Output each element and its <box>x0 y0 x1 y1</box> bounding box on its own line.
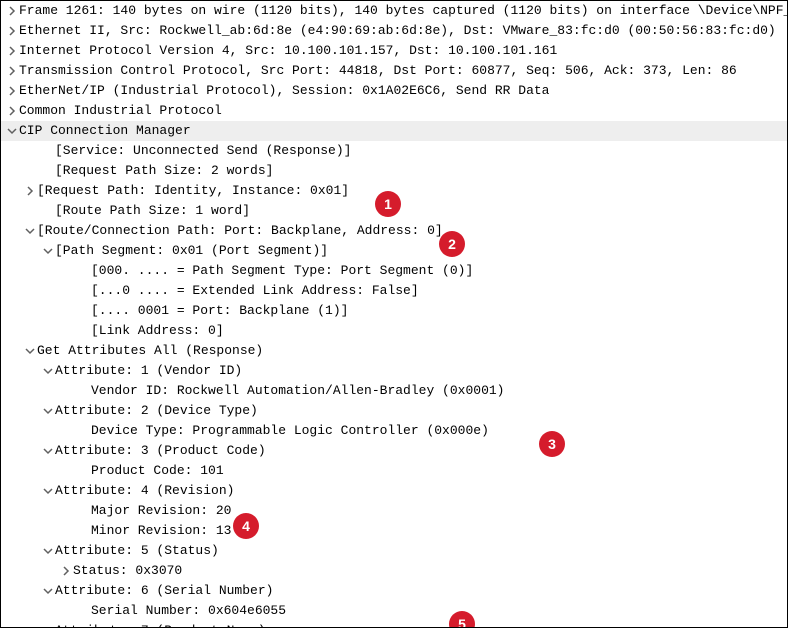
expand-icon[interactable] <box>5 103 19 119</box>
row-text: EtherNet/IP (Industrial Protocol), Sessi… <box>19 83 550 99</box>
tree-row[interactable]: Device Type: Programmable Logic Controll… <box>1 421 787 441</box>
tree-row[interactable]: Frame 1261: 140 bytes on wire (1120 bits… <box>1 1 787 21</box>
expand-icon[interactable] <box>23 183 37 199</box>
collapse-icon[interactable] <box>23 223 37 239</box>
tree-row[interactable]: Get Attributes All (Response) <box>1 341 787 361</box>
annotation-badge: 1 <box>375 191 401 217</box>
row-text: Device Type: Programmable Logic Controll… <box>91 423 489 439</box>
row-text: Product Code: 101 <box>91 463 224 479</box>
tree-row[interactable]: [Route/Connection Path: Port: Backplane,… <box>1 221 787 241</box>
expand-icon[interactable] <box>5 83 19 99</box>
collapse-icon[interactable] <box>41 483 55 499</box>
tree-row[interactable]: [.... 0001 = Port: Backplane (1)] <box>1 301 787 321</box>
collapse-icon[interactable] <box>41 583 55 599</box>
row-text: Attribute: 6 (Serial Number) <box>55 583 273 599</box>
expand-icon[interactable] <box>5 43 19 59</box>
tree-row[interactable]: Ethernet II, Src: Rockwell_ab:6d:8e (e4:… <box>1 21 787 41</box>
tree-row[interactable]: Attribute: 6 (Serial Number) <box>1 581 787 601</box>
tree-row[interactable]: Attribute: 3 (Product Code) <box>1 441 787 461</box>
tree-row[interactable]: Attribute: 2 (Device Type) <box>1 401 787 421</box>
collapse-icon[interactable] <box>41 543 55 559</box>
row-text: Serial Number: 0x604e6055 <box>91 603 286 619</box>
row-text: Transmission Control Protocol, Src Port:… <box>19 63 737 79</box>
row-text: [Link Address: 0] <box>91 323 224 339</box>
row-text: Attribute: 1 (Vendor ID) <box>55 363 242 379</box>
collapse-icon[interactable] <box>41 363 55 379</box>
expand-icon[interactable] <box>5 63 19 79</box>
row-text: [Request Path: Identity, Instance: 0x01] <box>37 183 349 199</box>
tree-row[interactable]: Status: 0x3070 <box>1 561 787 581</box>
row-text: Internet Protocol Version 4, Src: 10.100… <box>19 43 557 59</box>
annotation-badge: 4 <box>233 513 259 539</box>
row-text: [Service: Unconnected Send (Response)] <box>55 143 351 159</box>
row-text: Attribute: 7 (Product Name) <box>55 623 266 628</box>
row-text: [.... 0001 = Port: Backplane (1)] <box>91 303 348 319</box>
tree-row[interactable]: [Service: Unconnected Send (Response)] <box>1 141 787 161</box>
tree-row[interactable]: Transmission Control Protocol, Src Port:… <box>1 61 787 81</box>
row-text: Attribute: 5 (Status) <box>55 543 219 559</box>
tree-row[interactable]: Serial Number: 0x604e6055 <box>1 601 787 621</box>
row-text: [...0 .... = Extended Link Address: Fals… <box>91 283 419 299</box>
row-text: Major Revision: 20 <box>91 503 231 519</box>
tree-row[interactable]: Attribute: 1 (Vendor ID) <box>1 361 787 381</box>
row-text: Vendor ID: Rockwell Automation/Allen-Bra… <box>91 383 504 399</box>
row-text: CIP Connection Manager <box>19 123 191 139</box>
collapse-icon[interactable] <box>41 403 55 419</box>
expand-icon[interactable] <box>5 23 19 39</box>
tree-row[interactable]: Attribute: 7 (Product Name) <box>1 621 787 628</box>
tree-row[interactable]: Internet Protocol Version 4, Src: 10.100… <box>1 41 787 61</box>
expand-icon[interactable] <box>59 563 73 579</box>
tree-row[interactable]: EtherNet/IP (Industrial Protocol), Sessi… <box>1 81 787 101</box>
tree-row[interactable]: Attribute: 4 (Revision) <box>1 481 787 501</box>
tree-row[interactable]: [000. .... = Path Segment Type: Port Seg… <box>1 261 787 281</box>
tree-row[interactable]: Product Code: 101 <box>1 461 787 481</box>
tree-row[interactable]: Common Industrial Protocol <box>1 101 787 121</box>
collapse-icon[interactable] <box>23 343 37 359</box>
collapse-icon[interactable] <box>41 243 55 259</box>
row-text: [Route/Connection Path: Port: Backplane,… <box>37 223 443 239</box>
row-text: Minor Revision: 13 <box>91 523 231 539</box>
tree-row[interactable]: CIP Connection Manager <box>1 121 787 141</box>
expand-icon[interactable] <box>5 3 19 19</box>
collapse-icon[interactable] <box>41 443 55 459</box>
row-text: [Route Path Size: 1 word] <box>55 203 250 219</box>
tree-row[interactable]: Minor Revision: 13 <box>1 521 787 541</box>
tree-row[interactable]: [Request Path Size: 2 words] <box>1 161 787 181</box>
row-text: Attribute: 2 (Device Type) <box>55 403 258 419</box>
annotation-badge: 2 <box>439 231 465 257</box>
row-text: Ethernet II, Src: Rockwell_ab:6d:8e (e4:… <box>19 23 776 39</box>
tree-row[interactable]: [...0 .... = Extended Link Address: Fals… <box>1 281 787 301</box>
tree-row[interactable]: [Link Address: 0] <box>1 321 787 341</box>
tree-row[interactable]: Major Revision: 20 <box>1 501 787 521</box>
row-text: [Path Segment: 0x01 (Port Segment)] <box>55 243 328 259</box>
row-text: Status: 0x3070 <box>73 563 182 579</box>
tree-row[interactable]: [Path Segment: 0x01 (Port Segment)] <box>1 241 787 261</box>
collapse-icon[interactable] <box>5 123 19 139</box>
tree-row[interactable]: Vendor ID: Rockwell Automation/Allen-Bra… <box>1 381 787 401</box>
row-text: Frame 1261: 140 bytes on wire (1120 bits… <box>19 3 788 19</box>
row-text: [000. .... = Path Segment Type: Port Seg… <box>91 263 473 279</box>
tree-row[interactable]: Attribute: 5 (Status) <box>1 541 787 561</box>
row-text: Common Industrial Protocol <box>19 103 222 119</box>
row-text: Attribute: 3 (Product Code) <box>55 443 266 459</box>
row-text: [Request Path Size: 2 words] <box>55 163 273 179</box>
packet-tree-panel: Frame 1261: 140 bytes on wire (1120 bits… <box>0 0 788 628</box>
collapse-icon[interactable] <box>41 623 55 628</box>
row-text: Attribute: 4 (Revision) <box>55 483 234 499</box>
row-text: Get Attributes All (Response) <box>37 343 263 359</box>
annotation-badge: 3 <box>539 431 565 457</box>
